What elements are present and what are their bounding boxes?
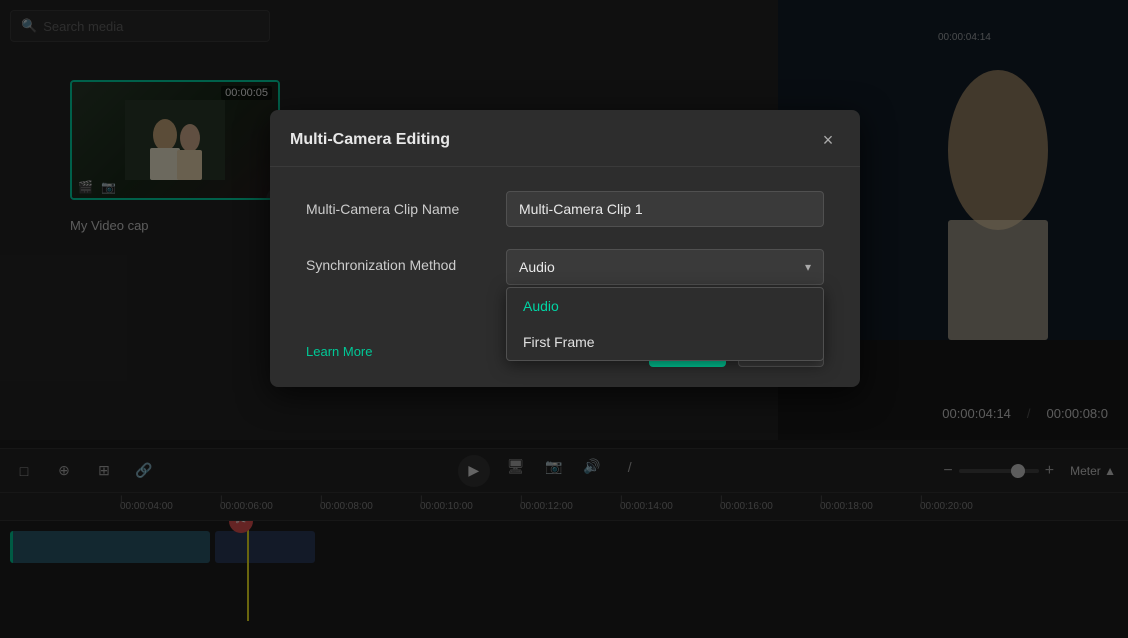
clip-name-row: Multi-Camera Clip Name [306, 191, 824, 227]
sync-method-row: Synchronization Method Audio ▾ Audio Fir… [306, 249, 824, 285]
sync-method-label: Synchronization Method [306, 249, 506, 273]
audio-option-label: Audio [523, 298, 559, 314]
dialog-body: Multi-Camera Clip Name Synchronization M… [270, 167, 860, 317]
first-frame-option-label: First Frame [523, 334, 595, 350]
sync-method-dropdown-wrapper: Audio ▾ Audio First Frame [506, 249, 824, 285]
sync-method-dropdown[interactable]: Audio ▾ [506, 249, 824, 285]
learn-more-link[interactable]: Learn More [306, 344, 372, 359]
dialog-header: Multi-Camera Editing × [270, 110, 860, 167]
sync-method-value: Audio [519, 259, 555, 275]
dialog-close-button[interactable]: × [816, 128, 840, 152]
dropdown-item-audio[interactable]: Audio [507, 288, 823, 324]
sync-method-dropdown-list: Audio First Frame [506, 287, 824, 361]
chevron-down-icon: ▾ [805, 260, 811, 274]
dialog-title: Multi-Camera Editing [290, 131, 450, 149]
clip-name-input[interactable] [506, 191, 824, 227]
clip-name-label: Multi-Camera Clip Name [306, 201, 506, 217]
dropdown-item-first-frame[interactable]: First Frame [507, 324, 823, 360]
multi-camera-dialog: Multi-Camera Editing × Multi-Camera Clip… [270, 110, 860, 387]
